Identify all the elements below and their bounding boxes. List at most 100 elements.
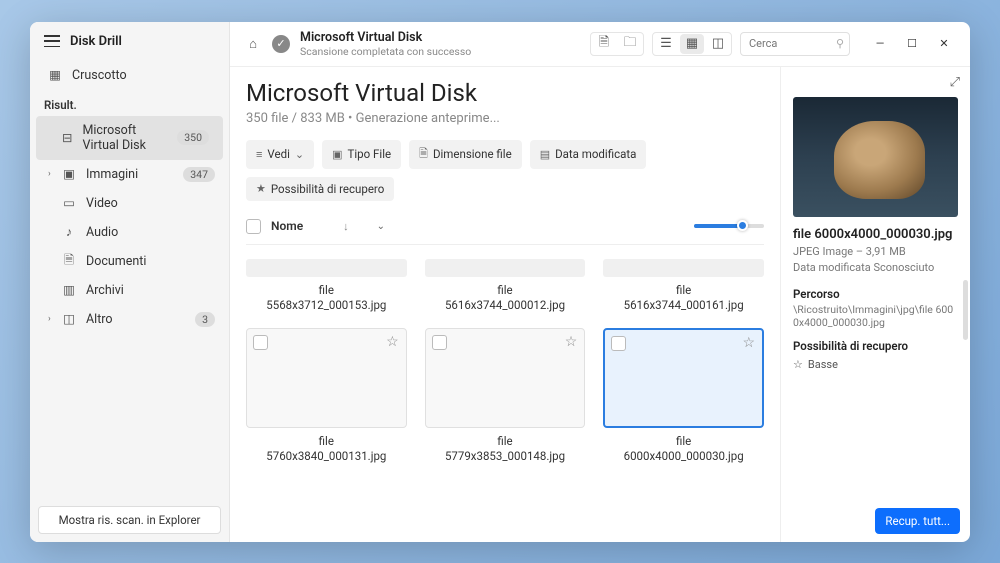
sidebar-item-dashboard[interactable]: ▦ Cruscotto <box>30 61 229 90</box>
sidebar-footer: Mostra ris. scan. in Explorer <box>30 498 229 542</box>
detail-filetype: JPEG Image – 3,91 MB <box>793 245 958 258</box>
file-card[interactable]: ☆ file5760x3840_000131.jpg <box>246 328 407 465</box>
home-icon[interactable]: ⌂ <box>242 33 264 55</box>
thumbnail[interactable]: ☆ <box>425 328 586 428</box>
detail-panel: ⤢ file 6000x4000_000030.jpg JPEG Image –… <box>780 67 970 542</box>
file-card[interactable]: file5616x3744_000012.jpg <box>425 259 586 314</box>
filter-size-button[interactable]: 🗎Dimensione file <box>409 140 522 169</box>
sidebar-item-documents[interactable]: 🗎 Documenti <box>30 247 229 276</box>
detail-filename: file 6000x4000_000030.jpg <box>793 227 958 242</box>
thumbnail-loading <box>246 259 407 277</box>
status-check-icon: ✓ <box>272 35 290 53</box>
menu-icon[interactable] <box>44 35 60 47</box>
list-view-icon[interactable]: ☰ <box>654 34 678 54</box>
maximize-button[interactable]: ☐ <box>898 32 926 56</box>
file-label: file5616x3744_000161.jpg <box>624 283 744 314</box>
file-label: file5616x3744_000012.jpg <box>445 283 565 314</box>
file-card[interactable]: ☆ file6000x4000_000030.jpg <box>603 328 764 465</box>
search-wrap: ⚲ <box>740 32 850 56</box>
sort-arrow-icon[interactable]: ↓ <box>343 220 349 233</box>
filter-view-button[interactable]: ≡Vedi⌄ <box>246 140 314 169</box>
thumbnail-selected[interactable]: ☆ <box>603 328 764 428</box>
file-grid: file5568x3712_000153.jpg file5616x3744_0… <box>246 259 764 465</box>
show-in-explorer-button[interactable]: Mostra ris. scan. in Explorer <box>38 506 221 534</box>
topbar-filetype-group: 🗎 🗀 <box>590 32 644 56</box>
app-window: Disk Drill ▦ Cruscotto Risult. ⊟ Microso… <box>30 22 970 542</box>
document-icon: 🗎 <box>62 254 76 268</box>
star-outline-icon: ☆ <box>793 358 803 371</box>
sidebar-item-other[interactable]: › ◫ Altro 3 <box>30 305 229 334</box>
filter-date-button[interactable]: ▤Data modificata <box>530 140 647 169</box>
grid-view-icon[interactable]: ▦ <box>680 34 704 54</box>
file-card[interactable]: file5616x3744_000161.jpg <box>603 259 764 314</box>
image-icon: ▣ <box>332 148 342 161</box>
filter-type-button[interactable]: ▣Tipo File <box>322 140 401 169</box>
detail-path-value: \Ricostruito\Immagini\jpg\file 6000x4000… <box>793 303 958 329</box>
close-button[interactable]: ✕ <box>930 32 958 56</box>
star-icon[interactable]: ☆ <box>742 335 755 351</box>
sidebar-item-archives[interactable]: ▥ Archivi <box>30 276 229 305</box>
content-area: Microsoft Virtual Disk 350 file / 833 MB… <box>230 67 970 542</box>
sidebar-item-images[interactable]: › ▣ Immagini 347 <box>30 160 229 189</box>
select-all-checkbox[interactable] <box>246 219 261 234</box>
video-icon: ▭ <box>62 196 76 210</box>
detail-recovery-row: ☆ Basse <box>793 358 958 371</box>
count-badge: 350 <box>177 130 209 145</box>
expand-icon[interactable]: ⤢ <box>950 75 960 90</box>
topbar-view-group: ☰ ▦ ◫ <box>652 32 732 56</box>
chevron-down-icon[interactable]: ⌄ <box>377 221 385 232</box>
thumbnail[interactable]: ☆ <box>246 328 407 428</box>
file-checkbox[interactable] <box>253 335 268 350</box>
minimize-button[interactable]: — <box>866 32 894 56</box>
detail-recovery-label: Possibilità di recupero <box>793 339 958 353</box>
search-icon: ⚲ <box>836 37 844 50</box>
split-view-icon[interactable]: ◫ <box>706 34 730 54</box>
audio-icon: ♪ <box>62 225 76 239</box>
sidebar-item-audio[interactable]: ♪ Audio <box>30 218 229 247</box>
sidebar-item-mvd[interactable]: ⊟ Microsoft Virtual Disk 350 <box>36 116 223 160</box>
chevron-right-icon: › <box>48 169 51 179</box>
file-checkbox[interactable] <box>611 336 626 351</box>
topbar: ⌂ ✓ Microsoft Virtual Disk Scansione com… <box>230 22 970 67</box>
star-icon[interactable]: ☆ <box>386 334 399 350</box>
detail-recovery-value: Basse <box>808 358 838 371</box>
file-icon: 🗎 <box>419 145 428 164</box>
sidebar-item-label: Video <box>86 196 118 211</box>
file-card[interactable]: file5568x3712_000153.jpg <box>246 259 407 314</box>
count-badge: 3 <box>195 312 215 327</box>
filter-lines-icon: ≡ <box>256 148 262 161</box>
filter-label: Data modificata <box>555 147 636 161</box>
app-title: Disk Drill <box>70 34 122 49</box>
filter-label: Possibilità di recupero <box>271 182 384 196</box>
filter-recovery-button[interactable]: ★ Possibilità di recupero <box>246 177 394 201</box>
other-icon: ◫ <box>62 312 76 326</box>
image-icon: ▣ <box>62 167 76 181</box>
page-subtitle: 350 file / 833 MB • Generazione anteprim… <box>246 111 764 126</box>
sidebar: Disk Drill ▦ Cruscotto Risult. ⊟ Microso… <box>30 22 230 542</box>
topbar-title-group: Microsoft Virtual Disk Scansione complet… <box>300 30 471 58</box>
sidebar-header: Disk Drill <box>30 22 229 61</box>
thumbnail-size-slider[interactable] <box>694 224 764 228</box>
file-checkbox[interactable] <box>432 335 447 350</box>
page-title: Microsoft Virtual Disk <box>246 79 764 107</box>
star-icon[interactable]: ☆ <box>565 334 578 350</box>
search-input[interactable] <box>740 32 850 56</box>
recover-all-button[interactable]: Recup. tutt... <box>875 508 960 534</box>
sidebar-item-label: Documenti <box>86 254 146 269</box>
filter-row: ≡Vedi⌄ ▣Tipo File 🗎Dimensione file ▤Data… <box>246 140 764 201</box>
star-icon: ★ <box>256 182 266 195</box>
folder-icon[interactable]: 🗀 <box>618 34 642 54</box>
file-icon[interactable]: 🗎 <box>592 34 616 54</box>
topbar-title: Microsoft Virtual Disk <box>300 30 471 45</box>
archive-icon: ▥ <box>62 283 76 297</box>
file-label: file5760x3840_000131.jpg <box>266 434 386 465</box>
detail-preview-image <box>793 97 958 217</box>
scrollbar[interactable] <box>963 280 968 340</box>
disk-icon: ⊟ <box>62 131 72 145</box>
detail-path-label: Percorso <box>793 287 958 301</box>
chevron-down-icon: ⌄ <box>295 148 304 161</box>
file-label: file6000x4000_000030.jpg <box>624 434 744 465</box>
sidebar-item-video[interactable]: ▭ Video <box>30 189 229 218</box>
file-card[interactable]: ☆ file5779x3853_000148.jpg <box>425 328 586 465</box>
column-name[interactable]: Nome <box>271 219 303 233</box>
